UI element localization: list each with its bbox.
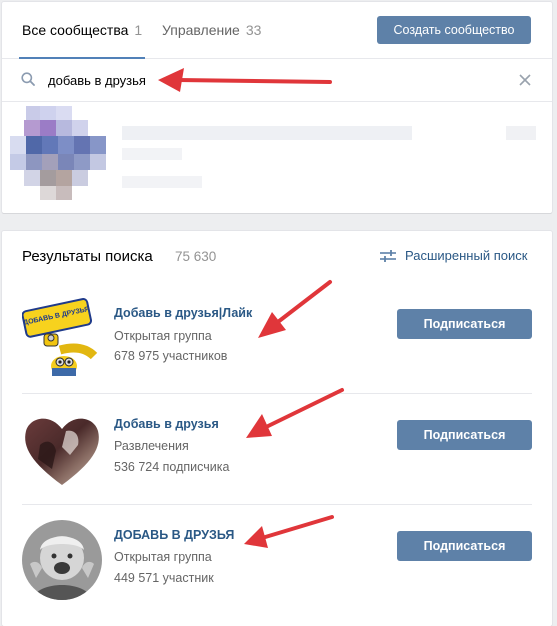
create-community-button[interactable]: Создать сообщество <box>377 16 531 44</box>
advanced-search-link[interactable]: Расширенный поиск <box>380 248 527 263</box>
results-title: Результаты поиска <box>22 248 153 265</box>
tab-all-label: Все сообщества <box>22 22 129 38</box>
group-avatar-logo[interactable]: ДОБАВЬ В ДРУЗЬЯ <box>22 298 102 378</box>
group-name-link[interactable]: Добавь в друзья <box>114 417 219 431</box>
group-type: Развлечения <box>114 439 189 453</box>
subscribe-button[interactable]: Подписаться <box>397 309 532 339</box>
search-results-card: Результаты поиска 75 630 Расширенный пои… <box>2 231 552 626</box>
heart-photo-image <box>25 418 99 485</box>
tab-management[interactable]: Управление 33 <box>162 2 261 58</box>
group-avatar-heart[interactable] <box>22 409 102 489</box>
subscribe-button[interactable]: Подписаться <box>397 420 532 450</box>
group-row: ДОБАВЬ В ДРУЗЬЯ Открытая группа 449 571 … <box>2 505 552 616</box>
child-photo-image <box>22 520 102 600</box>
group-member-count: 449 571 участник <box>114 571 214 585</box>
results-count: 75 630 <box>175 249 217 264</box>
group-row: ДОБАВЬ В ДРУЗЬЯ Добавь в друзья|Лайк Отк… <box>2 283 552 394</box>
search-icon <box>21 72 35 86</box>
results-header: Результаты поиска 75 630 Расширенный пои… <box>2 231 552 283</box>
group-row: Добавь в друзья Развлечения 536 724 подп… <box>2 394 552 505</box>
search-bar <box>2 59 552 102</box>
filter-sliders-icon <box>380 250 396 262</box>
communities-card: Все сообщества 1 Управление 33 Создать соо… <box>2 2 552 213</box>
tab-manage-label: Управление <box>162 22 240 38</box>
subscribe-button[interactable]: Подписаться <box>397 531 532 561</box>
group-member-count: 678 975 участников <box>114 349 228 363</box>
advanced-search-label: Расширенный поиск <box>405 248 528 263</box>
tab-all-communities[interactable]: Все сообщества 1 <box>18 2 146 59</box>
blurred-community-item <box>2 102 552 212</box>
group-name-link[interactable]: Добавь в друзья|Лайк <box>114 306 252 320</box>
search-input[interactable] <box>48 67 468 93</box>
group-avatar-child[interactable] <box>22 520 102 600</box>
group-type: Открытая группа <box>114 329 212 343</box>
group-name-link[interactable]: ДОБАВЬ В ДРУЗЬЯ <box>114 528 234 542</box>
group-type: Открытая группа <box>114 550 212 564</box>
tab-all-count: 1 <box>134 22 143 38</box>
minion-logo-image: ДОБАВЬ В ДРУЗЬЯ <box>22 298 102 378</box>
close-icon[interactable] <box>519 74 531 86</box>
tab-manage-count: 33 <box>245 22 262 38</box>
tabs-bar: Все сообщества 1 Управление 33 Создать соо… <box>2 2 552 59</box>
group-member-count: 536 724 подписчика <box>114 460 230 474</box>
